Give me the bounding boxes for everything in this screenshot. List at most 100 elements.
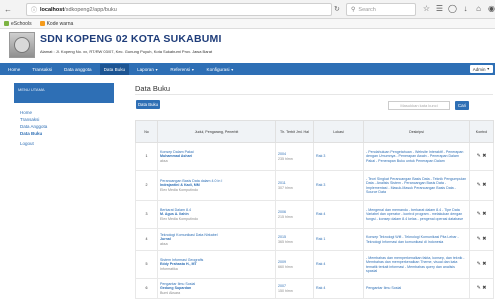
row-lokasi: Rak 3	[313, 142, 364, 171]
row-no: 6	[135, 278, 158, 299]
row-controls: ✎ ✖	[469, 200, 494, 229]
sidebar: MENU UTAMA Home Transaksi Data Anggota D…	[14, 83, 114, 283]
edit-icon[interactable]: ✎	[477, 261, 481, 267]
row-controls: ✎ ✖	[469, 278, 494, 299]
row-controls: ✎ ✖	[469, 142, 494, 171]
table-header-row: No Judul, Pengarang, Penerbit Th. Terbit…	[135, 120, 494, 143]
book-publisher: aksa	[160, 241, 168, 246]
address-bar[interactable]: ⓘ localhost /sdkopeng2/app/buku	[26, 3, 332, 16]
bookmark-kode-warna[interactable]: Kode warna	[39, 20, 74, 27]
sidebar-item-home[interactable]: Home	[20, 109, 114, 116]
row-book-info: Berkarat Dalam 8.4 M. Agus A. Ilahin Elex …	[157, 200, 276, 229]
browser-toolbar: ← ⓘ localhost /sdkopeng2/app/buku ↻ ⚲ Se…	[0, 0, 495, 19]
nav-referensi[interactable]: Referensi▼	[170, 67, 194, 72]
row-no: 1	[135, 142, 158, 171]
book-pages: 235 hlmn	[278, 156, 293, 161]
row-no: 2	[135, 170, 158, 201]
row-no: 4	[135, 228, 158, 251]
row-book-info: Perancangan Basis Data dalam 4.0 in I Ind…	[157, 170, 276, 201]
sidebar-item-logout[interactable]: Logout	[20, 141, 114, 146]
nav-konfigurasi[interactable]: Konfigurasi▼	[207, 67, 234, 72]
col-no[interactable]: No	[135, 120, 158, 143]
delete-icon[interactable]: ✖	[482, 153, 486, 159]
download-icon[interactable]: ↓	[459, 4, 472, 13]
table-row: 2 Perancangan Basis Data dalam 4.0 in I In…	[135, 170, 494, 201]
search-button[interactable]: Cari	[455, 101, 469, 110]
sidebar-item-data-anggota[interactable]: Data Anggota	[20, 123, 114, 130]
nav-home[interactable]: Home	[8, 67, 20, 72]
row-no: 5	[135, 250, 158, 279]
browser-search-input[interactable]: ⚲ Search	[346, 3, 416, 16]
add-book-button[interactable]: Data Buku	[136, 100, 160, 109]
edit-icon[interactable]: ✎	[477, 236, 481, 242]
row-book-info: Sistem Informasi Geografis Eddy Prahasta …	[157, 250, 276, 279]
top-navigation: Home Transaksi Data anggota Data Buku La…	[0, 63, 495, 75]
divider	[135, 94, 493, 95]
table-row: 1 Konsep Dalam Pakai Muhammad Ashari aksa 20…	[135, 142, 494, 171]
delete-icon[interactable]: ✖	[482, 261, 486, 267]
book-pages: 660 hlmn	[278, 264, 293, 269]
school-logo	[9, 32, 35, 58]
col-tahun[interactable]: Th. Terbit Jml. Hal	[275, 120, 314, 143]
edit-icon[interactable]: ✎	[477, 211, 481, 217]
nav-data-buku[interactable]: Data Buku	[99, 63, 130, 75]
row-book-info: Teknologi Komunikasi Data Nirkabel Jurnal…	[157, 228, 276, 251]
bookmark-eschools-icon	[4, 21, 9, 26]
chevron-down-icon: ▼	[486, 67, 490, 71]
row-year-pages: 2007 150 hlmn	[275, 278, 314, 299]
row-deskripsi: - Pendahuluan Pengetahuan - Website Inte…	[363, 142, 470, 171]
row-controls: ✎ ✖	[469, 250, 494, 279]
nav-laporan[interactable]: Laporan▼	[137, 67, 158, 72]
book-publisher: Informatika	[160, 266, 178, 271]
col-deskripsi[interactable]: Deskripsi	[363, 120, 470, 143]
sidebar-item-data-buku[interactable]: Data Buku	[20, 130, 114, 137]
nav-transaksi[interactable]: Transaksi	[32, 67, 52, 72]
table-row: 3 Berkarat Dalam 8.4 M. Agus A. Ilahin Elex…	[135, 200, 494, 229]
edit-icon[interactable]: ✎	[477, 182, 481, 188]
sidebar-item-transaksi[interactable]: Transaksi	[20, 116, 114, 123]
home-icon[interactable]: ⌂	[472, 4, 485, 13]
url-path: /sdkopeng2/app/buku	[64, 6, 117, 13]
row-deskripsi: - Membahas dan memperkenalkan fakta, kon…	[363, 250, 470, 279]
book-pages: 307 hlmn	[278, 185, 293, 190]
delete-icon[interactable]: ✖	[482, 182, 486, 188]
row-book-info: Pengantar Ilmu Sosial Gedung Supardan Bumi…	[157, 278, 276, 299]
chevron-down-icon: ▼	[230, 67, 234, 72]
nav-referensi-label: Referensi	[170, 66, 191, 72]
chevron-down-icon: ▼	[191, 67, 195, 72]
reload-icon[interactable]: ↻	[334, 5, 340, 13]
sidebar-header: MENU UTAMA	[14, 83, 114, 103]
search-input[interactable]: Masukkan kata kunci	[388, 101, 450, 110]
menu-icon[interactable]: ◉	[485, 4, 495, 13]
row-controls: ✎ ✖	[469, 170, 494, 201]
col-lokasi[interactable]: Lokasi	[313, 120, 364, 143]
nav-laporan-label: Laporan	[137, 66, 154, 72]
edit-icon[interactable]: ✎	[477, 153, 481, 159]
table-row: 5 Sistem Informasi Geografis Eddy Prahasta…	[135, 250, 494, 279]
col-judul[interactable]: Judul, Pengarang, Penerbit	[157, 120, 276, 143]
book-pages: 150 hlmn	[278, 288, 293, 293]
nav-data-anggota[interactable]: Data anggota	[64, 67, 92, 72]
site-info-icon[interactable]: ⓘ	[31, 5, 37, 14]
library-icon[interactable]: ☰	[433, 4, 446, 13]
admin-label: Admin	[472, 66, 486, 72]
delete-icon[interactable]: ✖	[482, 211, 486, 217]
url-host: localhost	[40, 6, 65, 13]
bookmark-eschools[interactable]: eSchools	[4, 21, 32, 27]
back-icon[interactable]: ←	[3, 4, 13, 14]
bookmark-eschools-label: eSchools	[11, 20, 32, 27]
bookmark-kode-warna-label: Kode warna	[46, 20, 74, 27]
delete-icon[interactable]: ✖	[482, 285, 486, 291]
edit-icon[interactable]: ✎	[477, 285, 481, 291]
col-kontrol: Kontrol	[469, 120, 494, 143]
bookmark-star-icon[interactable]: ☆	[420, 4, 433, 13]
delete-icon[interactable]: ✖	[482, 236, 486, 242]
row-year-pages: 2009 660 hlmn	[275, 250, 314, 279]
book-publisher: Elex Media Komputindo	[160, 216, 198, 221]
search-icon: ⚲	[351, 7, 356, 13]
admin-menu-button[interactable]: Admin ▼	[469, 65, 493, 73]
row-deskripsi: Pengantar Ilmu Sosial	[363, 278, 470, 299]
browser-search-placeholder: Search	[358, 6, 376, 13]
pocket-icon[interactable]: ◯	[446, 4, 459, 13]
row-year-pages: 2011 307 hlmn	[275, 170, 314, 201]
